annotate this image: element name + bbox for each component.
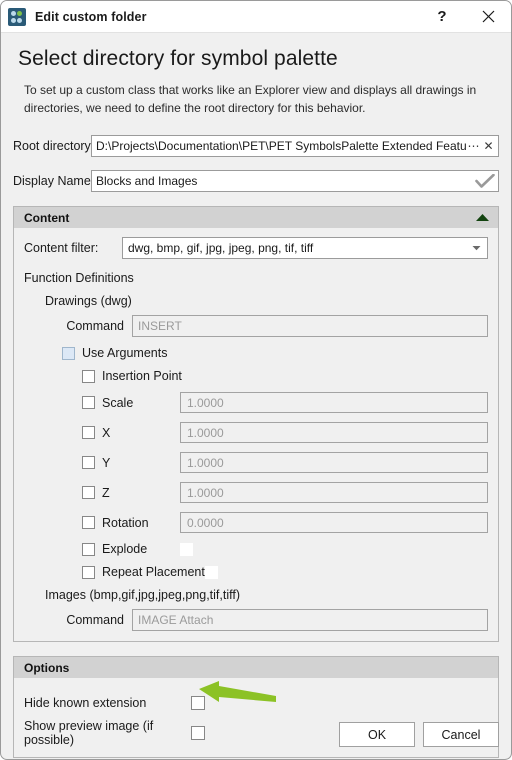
use-arguments-checkbox[interactable] bbox=[62, 346, 75, 360]
scale-value-input[interactable]: 1.0000 bbox=[180, 392, 488, 413]
options-group-header: Options bbox=[14, 657, 498, 678]
images-command-row: Command IMAGE Attach bbox=[24, 609, 488, 631]
x-value-input[interactable]: 1.0000 bbox=[180, 422, 488, 443]
window-title: Edit custom folder bbox=[35, 9, 147, 24]
argument-row-explode[interactable]: Explode bbox=[24, 542, 488, 556]
insertion-point-checkbox[interactable] bbox=[82, 369, 95, 383]
function-definitions-label: Function Definitions bbox=[24, 271, 134, 285]
content-filter-row: Content filter: dwg, bmp, gif, jpg, jpeg… bbox=[24, 237, 488, 259]
argument-value: 1.0000 bbox=[187, 485, 224, 500]
option-row-hide-known-extension[interactable]: Hide known extension bbox=[24, 696, 488, 710]
scale-checkbox[interactable] bbox=[82, 396, 95, 409]
use-arguments-row[interactable]: Use Arguments bbox=[24, 346, 488, 360]
drawings-command-label: Command bbox=[66, 319, 124, 333]
display-name-input[interactable]: Blocks and Images bbox=[91, 170, 499, 192]
dialog-body: Select directory for symbol palette To s… bbox=[1, 47, 511, 759]
argument-label: Insertion Point bbox=[102, 369, 182, 383]
title-bar-buttons: ? bbox=[419, 1, 511, 32]
explode-checkbox[interactable] bbox=[82, 542, 95, 556]
show-preview-image-checkbox[interactable] bbox=[191, 726, 205, 740]
hide-known-extension-checkbox[interactable] bbox=[191, 696, 205, 710]
content-filter-value: dwg, bmp, gif, jpg, jpeg, png, tif, tiff bbox=[128, 241, 314, 255]
argument-label: Repeat Placement bbox=[102, 565, 205, 579]
display-name-label: Display Name bbox=[13, 174, 91, 188]
rotation-checkbox[interactable] bbox=[82, 516, 95, 529]
drawings-command-input[interactable]: INSERT bbox=[132, 315, 488, 337]
browse-button[interactable]: ⋯ bbox=[466, 136, 481, 156]
repeat-placement-value-checkbox[interactable] bbox=[204, 565, 218, 579]
root-directory-value: D:\Projects\Documentation\PET\PET Symbol… bbox=[96, 139, 466, 153]
ok-button[interactable]: OK bbox=[339, 722, 415, 747]
content-group: Content Content filter: dwg, bmp, gif, j… bbox=[13, 206, 499, 642]
argument-value: 1.0000 bbox=[187, 455, 224, 470]
images-command-value: IMAGE Attach bbox=[138, 613, 214, 627]
repeat-placement-checkbox[interactable] bbox=[82, 565, 95, 579]
x-checkbox[interactable] bbox=[82, 426, 95, 439]
explode-value-checkbox[interactable] bbox=[180, 542, 193, 556]
chevron-up-icon[interactable] bbox=[475, 213, 490, 222]
argument-row-rotation[interactable]: Rotation 0.0000 bbox=[24, 512, 488, 533]
argument-label: Y bbox=[102, 455, 111, 470]
clear-root-directory-button[interactable]: ✕ bbox=[481, 136, 496, 156]
content-group-title: Content bbox=[24, 210, 70, 225]
root-directory-row: Root directory: D:\Projects\Documentatio… bbox=[13, 135, 499, 157]
images-label: Images (bmp,gif,jpg,jpeg,png,tif,tiff) bbox=[45, 588, 241, 602]
drawings-command-value: INSERT bbox=[138, 319, 182, 333]
content-group-header[interactable]: Content bbox=[14, 207, 498, 228]
argument-label: Scale bbox=[102, 395, 134, 410]
title-bar: Edit custom folder ? bbox=[1, 1, 511, 33]
argument-label: Rotation bbox=[102, 515, 149, 530]
cancel-button[interactable]: Cancel bbox=[423, 722, 499, 747]
content-filter-label: Content filter: bbox=[24, 241, 99, 255]
argument-value: 0.0000 bbox=[187, 515, 224, 530]
display-name-value: Blocks and Images bbox=[96, 174, 198, 188]
argument-label: X bbox=[102, 425, 111, 440]
close-icon bbox=[482, 10, 494, 23]
root-directory-label: Root directory: bbox=[13, 139, 95, 153]
z-checkbox[interactable] bbox=[82, 486, 95, 499]
options-group-title: Options bbox=[24, 660, 70, 675]
hide-known-extension-label: Hide known extension bbox=[24, 696, 147, 710]
argument-row-z[interactable]: Z 1.0000 bbox=[24, 482, 488, 503]
checkmark-icon bbox=[474, 171, 496, 191]
argument-row-insertion-point[interactable]: Insertion Point bbox=[24, 369, 488, 383]
use-arguments-label: Use Arguments bbox=[82, 346, 168, 360]
dialog-footer: OK Cancel bbox=[339, 722, 499, 747]
chevron-down-icon bbox=[469, 245, 483, 251]
argument-row-x[interactable]: X 1.0000 bbox=[24, 422, 488, 443]
argument-row-scale[interactable]: Scale 1.0000 bbox=[24, 392, 488, 413]
z-value-input[interactable]: 1.0000 bbox=[180, 482, 488, 503]
argument-value: 1.0000 bbox=[187, 425, 224, 440]
page-description: To set up a custom class that works like… bbox=[24, 83, 477, 115]
help-button[interactable]: ? bbox=[419, 1, 465, 32]
app-blocks-icon bbox=[8, 7, 26, 26]
y-checkbox[interactable] bbox=[82, 456, 95, 469]
dialog-window: Edit custom folder ? Select directory fo… bbox=[0, 0, 512, 760]
argument-label: Z bbox=[102, 485, 110, 500]
images-command-label: Command bbox=[66, 613, 124, 627]
root-directory-input[interactable]: D:\Projects\Documentation\PET\PET Symbol… bbox=[91, 135, 499, 157]
display-name-row: Display Name Blocks and Images bbox=[13, 170, 499, 192]
y-value-input[interactable]: 1.0000 bbox=[180, 452, 488, 473]
content-group-body: Content filter: dwg, bmp, gif, jpg, jpeg… bbox=[14, 228, 498, 641]
argument-row-repeat-placement[interactable]: Repeat Placement bbox=[24, 565, 488, 579]
drawings-command-row: Command INSERT bbox=[24, 315, 488, 337]
rotation-value-input[interactable]: 0.0000 bbox=[180, 512, 488, 533]
close-button[interactable] bbox=[465, 1, 511, 32]
images-command-input[interactable]: IMAGE Attach bbox=[132, 609, 488, 631]
argument-label: Explode bbox=[102, 542, 148, 556]
argument-row-y[interactable]: Y 1.0000 bbox=[24, 452, 488, 473]
show-preview-image-label: Show preview image (if possible) bbox=[24, 719, 154, 747]
argument-value: 1.0000 bbox=[187, 395, 224, 410]
drawings-label: Drawings (dwg) bbox=[45, 294, 132, 308]
content-filter-select[interactable]: dwg, bmp, gif, jpg, jpeg, png, tif, tiff bbox=[122, 237, 488, 259]
page-title: Select directory for symbol palette bbox=[18, 47, 338, 70]
